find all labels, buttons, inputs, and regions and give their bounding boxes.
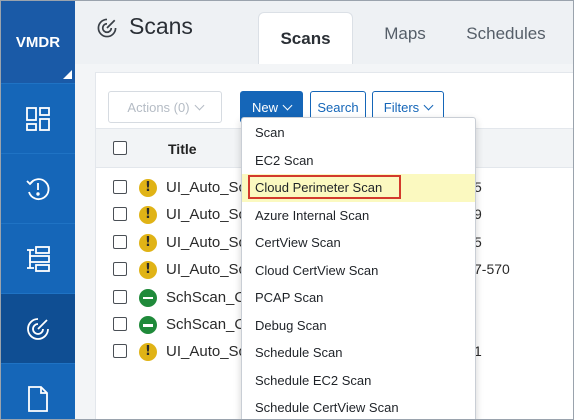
row-checkbox[interactable]	[113, 344, 127, 359]
page-header: Scans Scans Maps Schedules	[75, 1, 573, 64]
left-nav-rail: VMDR	[1, 1, 75, 419]
row-checkbox[interactable]	[113, 207, 127, 222]
menu-item-label: Schedule EC2 Scan	[255, 372, 372, 388]
actions-dropdown[interactable]: Actions (0)	[108, 91, 222, 123]
status-warning-icon	[139, 343, 157, 362]
menu-item-pcap-scan[interactable]: PCAP Scan	[242, 284, 475, 312]
row-checkbox[interactable]	[113, 317, 127, 331]
menu-item-label: PCAP Scan	[255, 290, 324, 306]
menu-item-ec2-scan[interactable]: EC2 Scan	[242, 147, 475, 175]
scan-title[interactable]: SchScan_C	[166, 289, 245, 306]
menu-item-cloud-certview-scan[interactable]: Cloud CertView Scan	[242, 257, 475, 285]
chevron-down-icon	[423, 100, 434, 110]
scan-title[interactable]: UI_Auto_Sc	[166, 179, 246, 196]
menu-item-schedule-scan[interactable]: Schedule Scan	[242, 339, 475, 367]
status-warning-icon	[139, 179, 157, 197]
actions-label: Actions (0)	[127, 99, 190, 115]
status-ok-icon	[139, 316, 157, 334]
menu-item-label: Azure Internal Scan	[255, 207, 370, 223]
nav-dashboard[interactable]	[1, 83, 75, 153]
new-label: New	[251, 99, 278, 115]
app-window: VMDR Scans Scans Maps Schedules Actions …	[0, 0, 574, 420]
menu-item-scan[interactable]: Scan	[242, 119, 475, 147]
scan-title[interactable]: UI_Auto_Sc	[166, 206, 246, 223]
search-label: Search	[317, 99, 359, 115]
row-checkbox[interactable]	[113, 262, 127, 277]
menu-item-label: Scan	[255, 125, 285, 141]
title-column-header[interactable]: Title	[168, 141, 197, 157]
page-title: Scans	[129, 13, 193, 39]
menu-item-cloud-perimeter-scan[interactable]: Cloud Perimeter Scan	[242, 174, 475, 202]
menu-item-label: Debug Scan	[255, 317, 327, 333]
alert-clock-icon	[26, 177, 50, 200]
menu-item-label: EC2 Scan	[255, 152, 314, 168]
filters-label: Filters	[383, 99, 420, 115]
menu-item-label: Schedule CertView Scan	[255, 400, 399, 416]
status-warning-icon	[139, 206, 157, 225]
scan-radar-icon	[97, 18, 117, 38]
status-warning-icon	[139, 233, 157, 252]
dashboard-icon	[26, 106, 50, 131]
chevron-down-icon	[194, 100, 205, 110]
chevron-down-icon	[282, 100, 293, 110]
row-checkbox[interactable]	[113, 180, 127, 194]
status-warning-icon	[139, 261, 157, 280]
nav-documents[interactable]	[1, 363, 75, 419]
nav-alerts[interactable]	[1, 153, 75, 223]
app-switcher[interactable]: VMDR	[1, 1, 75, 83]
nav-lists[interactable]	[1, 223, 75, 293]
menu-item-debug-scan[interactable]: Debug Scan	[242, 312, 475, 340]
select-all-checkbox[interactable]	[113, 141, 127, 155]
document-icon	[28, 385, 48, 412]
menu-item-label: CertView Scan	[255, 235, 341, 251]
row-checkbox[interactable]	[113, 234, 127, 249]
scan-title[interactable]: UI_Auto_Sc	[166, 234, 246, 251]
list-stack-icon	[27, 245, 50, 272]
corner-triangle-icon	[63, 70, 72, 79]
nav-scans[interactable]	[1, 293, 75, 363]
tab-maps[interactable]: Maps	[365, 12, 445, 56]
menu-item-azure-internal-scan[interactable]: Azure Internal Scan	[242, 202, 475, 230]
scan-radar-icon	[27, 317, 49, 340]
row-extra-value: 7-570	[474, 261, 510, 278]
tab-schedules[interactable]: Schedules	[453, 12, 559, 56]
menu-item-schedule-ec2-scan[interactable]: Schedule EC2 Scan	[242, 367, 475, 395]
scan-title[interactable]: UI_Auto_Sc	[166, 261, 246, 278]
menu-item-label: Schedule Scan	[255, 345, 343, 361]
new-dropdown-menu: Scan EC2 Scan Cloud Perimeter Scan Azure In…	[241, 117, 476, 419]
row-checkbox[interactable]	[113, 289, 127, 304]
brand-name: VMDR	[15, 33, 61, 51]
menu-item-certview-scan[interactable]: CertView Scan	[242, 229, 475, 257]
menu-item-label: Cloud Perimeter Scan	[255, 180, 383, 196]
status-ok-icon	[139, 288, 157, 307]
menu-item-label: Cloud CertView Scan	[255, 262, 379, 278]
scan-title[interactable]: SchScan_C	[166, 316, 245, 333]
tab-scans[interactable]: Scans	[258, 12, 353, 64]
scan-title[interactable]: UI_Auto_Sc	[166, 343, 246, 360]
menu-item-schedule-certview-scan[interactable]: Schedule CertView Scan	[242, 394, 475, 419]
